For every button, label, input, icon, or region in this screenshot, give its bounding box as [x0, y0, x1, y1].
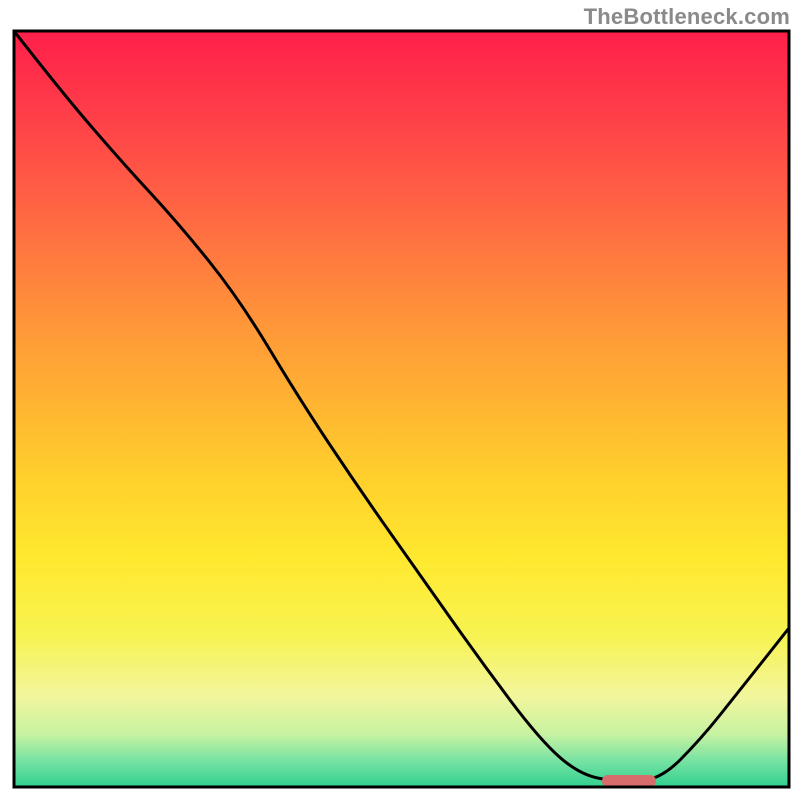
optimal-marker — [602, 775, 656, 787]
chart-root: TheBottleneck.com — [0, 0, 800, 800]
gradient-background — [14, 31, 789, 787]
bottleneck-chart — [0, 0, 800, 800]
